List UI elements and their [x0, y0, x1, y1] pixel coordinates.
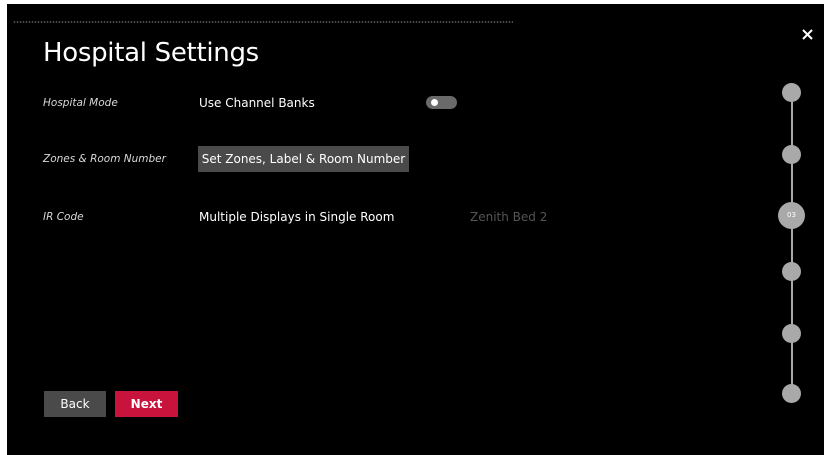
stepper-line	[791, 88, 793, 392]
hospital-settings-screen: Hospital Settings Hospital Mode Use Chan…	[7, 4, 824, 455]
ir-code-label: IR Code	[43, 211, 84, 223]
step-1	[782, 83, 801, 102]
step-4	[782, 262, 801, 281]
step-5	[782, 324, 801, 343]
page-title: Hospital Settings	[43, 38, 259, 68]
zones-room-number-label: Zones & Room Number	[43, 153, 166, 165]
toggle-knob	[431, 99, 438, 106]
step-2	[782, 145, 801, 164]
next-button[interactable]: Next	[115, 391, 178, 417]
close-icon[interactable]	[799, 26, 817, 44]
step-3-active: 03	[778, 202, 805, 229]
hospital-mode-label: Hospital Mode	[43, 97, 118, 109]
use-channel-banks-toggle[interactable]	[426, 96, 457, 109]
use-channel-banks-label: Use Channel Banks	[199, 96, 315, 110]
set-zones-button[interactable]: Set Zones, Label & Room Number	[198, 146, 409, 172]
back-button[interactable]: Back	[44, 391, 106, 417]
multiple-displays-label[interactable]: Multiple Displays in Single Room	[199, 210, 394, 224]
step-6	[782, 384, 801, 403]
ir-code-value: Zenith Bed 2	[470, 210, 548, 224]
progress-dots	[13, 21, 513, 23]
